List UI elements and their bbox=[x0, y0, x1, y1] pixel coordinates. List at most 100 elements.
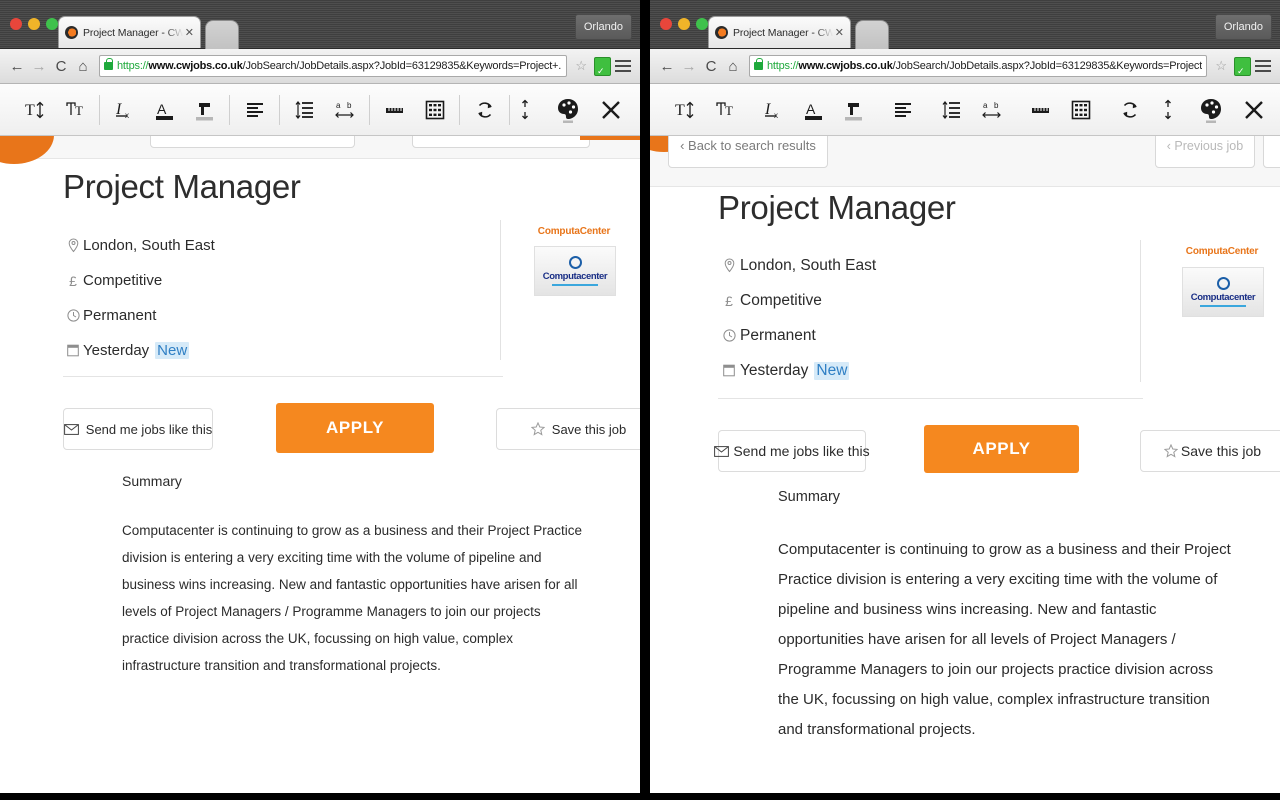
list-item: Permanent bbox=[63, 298, 215, 333]
letter-spacing-icon[interactable]: ab bbox=[978, 95, 1005, 125]
job-location: London, South East bbox=[83, 237, 215, 254]
line-spacing-icon[interactable] bbox=[291, 95, 318, 125]
close-tab-icon[interactable]: ✕ bbox=[185, 26, 194, 39]
resize-vertical-icon[interactable] bbox=[1154, 95, 1181, 125]
line-spacing-icon[interactable] bbox=[938, 95, 965, 125]
reset-icon[interactable] bbox=[471, 95, 498, 125]
new-tab-button[interactable] bbox=[205, 20, 239, 49]
save-job-label: Save this job bbox=[551, 421, 627, 437]
forward-button[interactable]: → bbox=[28, 54, 50, 78]
window-controls[interactable] bbox=[660, 18, 708, 30]
reset-group bbox=[1105, 95, 1154, 125]
reading-ruler-icon[interactable] bbox=[1027, 95, 1054, 125]
logo-underline bbox=[1200, 304, 1246, 308]
address-bar[interactable]: https://www.cwjobs.co.uk/JobSearch/JobDe… bbox=[749, 55, 1208, 77]
reading-mask-icon[interactable] bbox=[421, 95, 448, 125]
font-color-icon[interactable]: A bbox=[800, 95, 827, 125]
next-job-button[interactable] bbox=[580, 136, 640, 140]
url-path: /JobSearch/JobDetails.aspx?JobId=6312983… bbox=[242, 60, 563, 72]
send-jobs-button[interactable]: Send me jobs like this bbox=[714, 430, 870, 472]
profile-button[interactable]: Orlando bbox=[574, 14, 632, 40]
new-tab-button[interactable] bbox=[855, 20, 889, 49]
resize-vertical-icon[interactable] bbox=[511, 95, 538, 125]
next-job-button[interactable] bbox=[1263, 136, 1280, 168]
previous-job-button[interactable] bbox=[412, 136, 590, 148]
color-palette-icon[interactable] bbox=[554, 95, 581, 125]
clear-formatting-icon[interactable]: Ix bbox=[111, 95, 138, 125]
highlight-color-icon[interactable] bbox=[840, 95, 867, 125]
salary-pound-icon: £ bbox=[725, 292, 733, 309]
forward-button[interactable]: → bbox=[678, 54, 700, 78]
send-jobs-label: Send me jobs like this bbox=[85, 421, 213, 437]
window-controls[interactable] bbox=[10, 18, 58, 30]
decrease-font-size-icon[interactable]: T bbox=[711, 95, 738, 125]
spacing-group: ab bbox=[927, 95, 1016, 125]
text-align-icon[interactable] bbox=[889, 95, 916, 125]
increase-font-size-icon[interactable]: T bbox=[671, 95, 698, 125]
browser-tab[interactable]: Project Manager - CWJobs ✕ bbox=[58, 16, 201, 48]
summary-body: Computacenter is continuing to grow as a… bbox=[122, 523, 582, 673]
minimize-window-button[interactable] bbox=[678, 18, 690, 30]
close-toolbar-icon[interactable] bbox=[597, 95, 624, 125]
extension-icon[interactable] bbox=[1234, 56, 1251, 76]
profile-button[interactable]: Orlando bbox=[1214, 14, 1272, 40]
back-to-search-results-button[interactable] bbox=[150, 136, 355, 148]
back-to-search-results-label: ‹ Back to search results bbox=[680, 138, 816, 153]
previous-job-button[interactable]: ‹ Previous job bbox=[1155, 136, 1255, 168]
highlight-color-icon[interactable] bbox=[191, 95, 218, 125]
color-palette-icon[interactable] bbox=[1197, 95, 1224, 125]
maximize-window-button[interactable] bbox=[696, 18, 708, 30]
page-title: Project Manager bbox=[63, 168, 301, 205]
reset-icon[interactable] bbox=[1116, 95, 1143, 125]
reload-button[interactable]: C bbox=[50, 54, 72, 78]
back-button[interactable]: ← bbox=[656, 54, 678, 78]
company-logo: Computacenter bbox=[534, 246, 616, 296]
text-style-group: Ix A bbox=[749, 95, 878, 125]
home-button[interactable]: ⌂ bbox=[722, 54, 744, 78]
star-icon bbox=[1163, 444, 1178, 458]
close-window-button[interactable] bbox=[10, 18, 22, 30]
browser-window-right: Project Manager - CWJobs ✕ Orlando ← → C… bbox=[650, 0, 1280, 793]
apply-label: APPLY bbox=[972, 439, 1031, 458]
list-item: Yesterday New bbox=[63, 333, 215, 368]
bookmark-star-icon[interactable]: ☆ bbox=[1212, 58, 1230, 74]
letter-spacing-icon[interactable]: ab bbox=[331, 95, 358, 125]
chrome-menu-button[interactable] bbox=[615, 60, 631, 72]
alignment-group bbox=[230, 95, 279, 125]
minimize-window-button[interactable] bbox=[28, 18, 40, 30]
reading-ruler-icon[interactable] bbox=[381, 95, 408, 125]
summary-heading: Summary bbox=[778, 489, 841, 505]
save-job-button[interactable]: Save this job bbox=[1140, 430, 1280, 472]
text-align-icon[interactable] bbox=[241, 95, 268, 125]
close-toolbar-icon[interactable] bbox=[1240, 95, 1267, 125]
maximize-window-button[interactable] bbox=[46, 18, 58, 30]
browser-tab[interactable]: Project Manager - CWJobs ✕ bbox=[708, 16, 851, 48]
list-item: Permanent bbox=[718, 318, 876, 353]
apply-button[interactable]: APPLY bbox=[276, 403, 434, 453]
close-tab-icon[interactable]: ✕ bbox=[835, 26, 844, 39]
close-window-button[interactable] bbox=[660, 18, 672, 30]
home-button[interactable]: ⌂ bbox=[72, 54, 94, 78]
reading-mask-icon[interactable] bbox=[1067, 95, 1094, 125]
list-item: £ Competitive bbox=[718, 283, 876, 318]
back-button[interactable]: ← bbox=[6, 54, 28, 78]
reload-button[interactable]: C bbox=[700, 54, 722, 78]
summary-heading: Summary bbox=[122, 473, 182, 489]
address-bar[interactable]: https://www.cwjobs.co.uk/JobSearch/JobDe… bbox=[99, 55, 568, 77]
job-salary: Competitive bbox=[740, 291, 822, 309]
back-to-search-results-button[interactable]: ‹ Back to search results bbox=[668, 136, 828, 168]
chrome-menu-button[interactable] bbox=[1255, 60, 1271, 72]
save-job-button[interactable]: Save this job bbox=[496, 408, 640, 450]
clear-formatting-icon[interactable]: Ix bbox=[760, 95, 787, 125]
svg-text:T: T bbox=[75, 103, 83, 118]
svg-text:T: T bbox=[25, 102, 35, 119]
apply-button[interactable]: APPLY bbox=[924, 425, 1079, 473]
decrease-font-size-icon[interactable]: T bbox=[61, 95, 88, 125]
send-jobs-button[interactable]: Send me jobs like this bbox=[63, 408, 213, 450]
comparison-stage: Project Manager - CWJobs ✕ Orlando ← → C… bbox=[0, 0, 1280, 800]
increase-font-size-icon[interactable]: T bbox=[21, 95, 48, 125]
toolbar-right-group bbox=[511, 95, 630, 125]
bookmark-star-icon[interactable]: ☆ bbox=[572, 58, 590, 74]
font-color-icon[interactable]: A bbox=[151, 95, 178, 125]
extension-icon[interactable] bbox=[594, 56, 611, 76]
